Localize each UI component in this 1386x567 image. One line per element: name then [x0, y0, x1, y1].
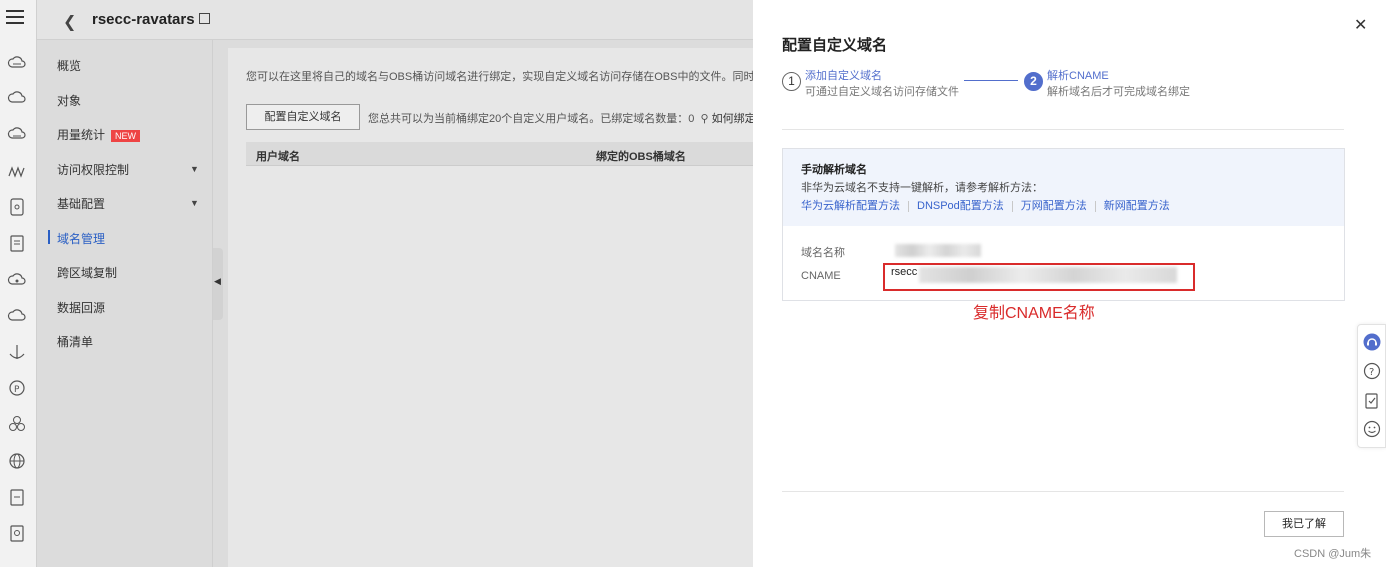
cluster-icon[interactable] — [7, 414, 27, 434]
active-indicator — [48, 230, 50, 244]
link-dnspod-method[interactable]: DNSPod配置方法 — [917, 200, 1004, 212]
new-badge: NEW — [111, 129, 141, 142]
watermark: CSDN @Jum朱 — [1294, 548, 1372, 560]
sidebar-collapse-handle[interactable]: ◀ — [213, 248, 223, 320]
configure-domain-drawer: 配置自定义域名 ✕ 1 添加自定义域名 可通过自定义域名访问存储文件 2 解析C… — [753, 0, 1386, 567]
cname-label: CNAME — [801, 270, 841, 282]
resolution-method-links: 华为云解析配置方法 DNSPod配置方法 万网配置方法 新网配置方法 — [801, 197, 1170, 213]
doc-icon[interactable] — [7, 233, 27, 253]
cloud-icon[interactable] — [7, 88, 27, 108]
divider — [782, 129, 1344, 130]
anchor-icon[interactable] — [7, 342, 27, 362]
configure-domain-button[interactable]: 配置自定义域名 — [246, 104, 360, 130]
doc-icon[interactable] — [7, 487, 27, 507]
cname-highlight-box — [883, 263, 1195, 291]
step-description: 可通过自定义域名访问存储文件 — [805, 86, 959, 98]
headset-icon[interactable] — [1363, 333, 1381, 351]
sidebar-item-usage[interactable]: 用量统计 NEW — [57, 126, 141, 143]
cloud-icon[interactable] — [7, 306, 27, 326]
help-link[interactable]: 如何绑定 — [712, 113, 753, 125]
manual-resolution-subtitle: 非华为云域名不支持一键解析，请参考解析方法： — [801, 182, 1043, 194]
sidebar-item-label: 用量统计 — [57, 128, 106, 142]
acknowledge-button[interactable]: 我已了解 — [1264, 511, 1344, 537]
footer-divider — [782, 491, 1344, 492]
cloud-icon[interactable] — [7, 270, 27, 290]
floating-toolbar: ? — [1357, 324, 1386, 448]
manual-resolution-panel: 手动解析域名 非华为云域名不支持一键解析，请参考解析方法： 华为云解析配置方法 D… — [783, 149, 1344, 226]
domain-name-label: 域名名称 — [801, 247, 845, 259]
drawer-title: 配置自定义域名 — [782, 37, 888, 54]
smile-icon[interactable] — [1363, 420, 1381, 438]
caret-down-icon[interactable]: ▼ — [190, 164, 199, 174]
column-header-obs-domain: 绑定的OBS桶域名 — [596, 151, 686, 163]
sidebar-item-basic-config[interactable]: 基础配置 — [57, 195, 105, 212]
help-icon[interactable]: ? — [1363, 362, 1381, 380]
table-header: 用户域名 绑定的OBS桶域名 — [246, 142, 753, 166]
caret-down-icon[interactable]: ▼ — [190, 198, 199, 208]
quota-text: 您总共可以为当前桶绑定20个自定义用户域名。已绑定域名数量：0 — [368, 113, 695, 125]
link-xinnet-method[interactable]: 新网配置方法 — [1104, 200, 1170, 212]
pin-icon: ⚲ — [700, 113, 709, 125]
sidebar-item-inventory[interactable]: 桶清单 — [57, 333, 93, 350]
copy-icon[interactable] — [199, 13, 210, 24]
sidebar-item-objects[interactable]: 对象 — [57, 92, 81, 109]
step-title: 解析CNAME — [1047, 70, 1109, 82]
step-connector — [964, 80, 1018, 81]
back-arrow-icon[interactable]: ❮ — [63, 12, 76, 32]
sidebar-item-cross-region-replication[interactable]: 跨区域复制 — [57, 264, 117, 281]
caret-left-icon: ◀ — [214, 276, 221, 286]
close-icon[interactable]: ✕ — [1354, 15, 1367, 35]
circle-p-icon[interactable]: P — [7, 378, 27, 398]
doc-icon[interactable] — [7, 523, 27, 543]
step-title: 添加自定义域名 — [805, 70, 882, 82]
step-number: 1 — [782, 72, 801, 91]
link-wanwang-method[interactable]: 万网配置方法 — [1021, 200, 1087, 212]
sidebar-item-back-to-source[interactable]: 数据回源 — [57, 299, 105, 316]
file-icon[interactable] — [7, 197, 27, 217]
svg-text:?: ? — [1369, 367, 1374, 378]
sidebar-item-overview[interactable]: 概览 — [57, 57, 81, 74]
step-description: 解析域名后才可完成域名绑定 — [1047, 86, 1190, 98]
manual-resolution-heading: 手动解析域名 — [801, 164, 867, 176]
edit-note-icon[interactable] — [1363, 392, 1381, 410]
bucket-sidebar: 概览 对象 用量统计 NEW 访问权限控制 ▼ 基础配置 ▼ 域名管理 跨区域复制… — [37, 40, 213, 567]
menu-icon[interactable] — [6, 10, 24, 24]
cloud-icon[interactable] — [7, 124, 27, 144]
page-description: 您可以在这里将自己的域名与OBS桶访问域名进行绑定，实现自定义域名访问存储在OB… — [246, 71, 753, 83]
redacted-domain-value — [895, 244, 981, 257]
domain-quota-info: 您总共可以为当前桶绑定20个自定义用户域名。已绑定域名数量：0 ⚲ 如何绑定 — [368, 110, 753, 126]
svg-text:P: P — [14, 385, 20, 395]
column-header-user-domain: 用户域名 — [256, 151, 300, 163]
copy-cname-annotation: 复制CNAME名称 — [973, 305, 1095, 322]
bucket-header: ❮ rsecc-ravatars — [37, 0, 753, 40]
globe-icon[interactable] — [7, 451, 27, 471]
link-huawei-cloud-method[interactable]: 华为云解析配置方法 — [801, 200, 900, 212]
step-number: 2 — [1024, 72, 1043, 91]
dns-resolution-card: 手动解析域名 非华为云域名不支持一键解析，请参考解析方法： 华为云解析配置方法 D… — [782, 148, 1345, 301]
cloud-icon[interactable] — [7, 53, 27, 73]
waves-icon[interactable] — [7, 162, 27, 182]
bucket-title: rsecc-ravatars — [92, 11, 195, 28]
global-icon-rail: P — [0, 0, 37, 567]
main-content: 您可以在这里将自己的域名与OBS桶访问域名进行绑定，实现自定义域名访问存储在OB… — [228, 48, 753, 567]
sidebar-item-access-control[interactable]: 访问权限控制 — [57, 161, 129, 178]
sidebar-item-domain-management[interactable]: 域名管理 — [57, 230, 105, 247]
